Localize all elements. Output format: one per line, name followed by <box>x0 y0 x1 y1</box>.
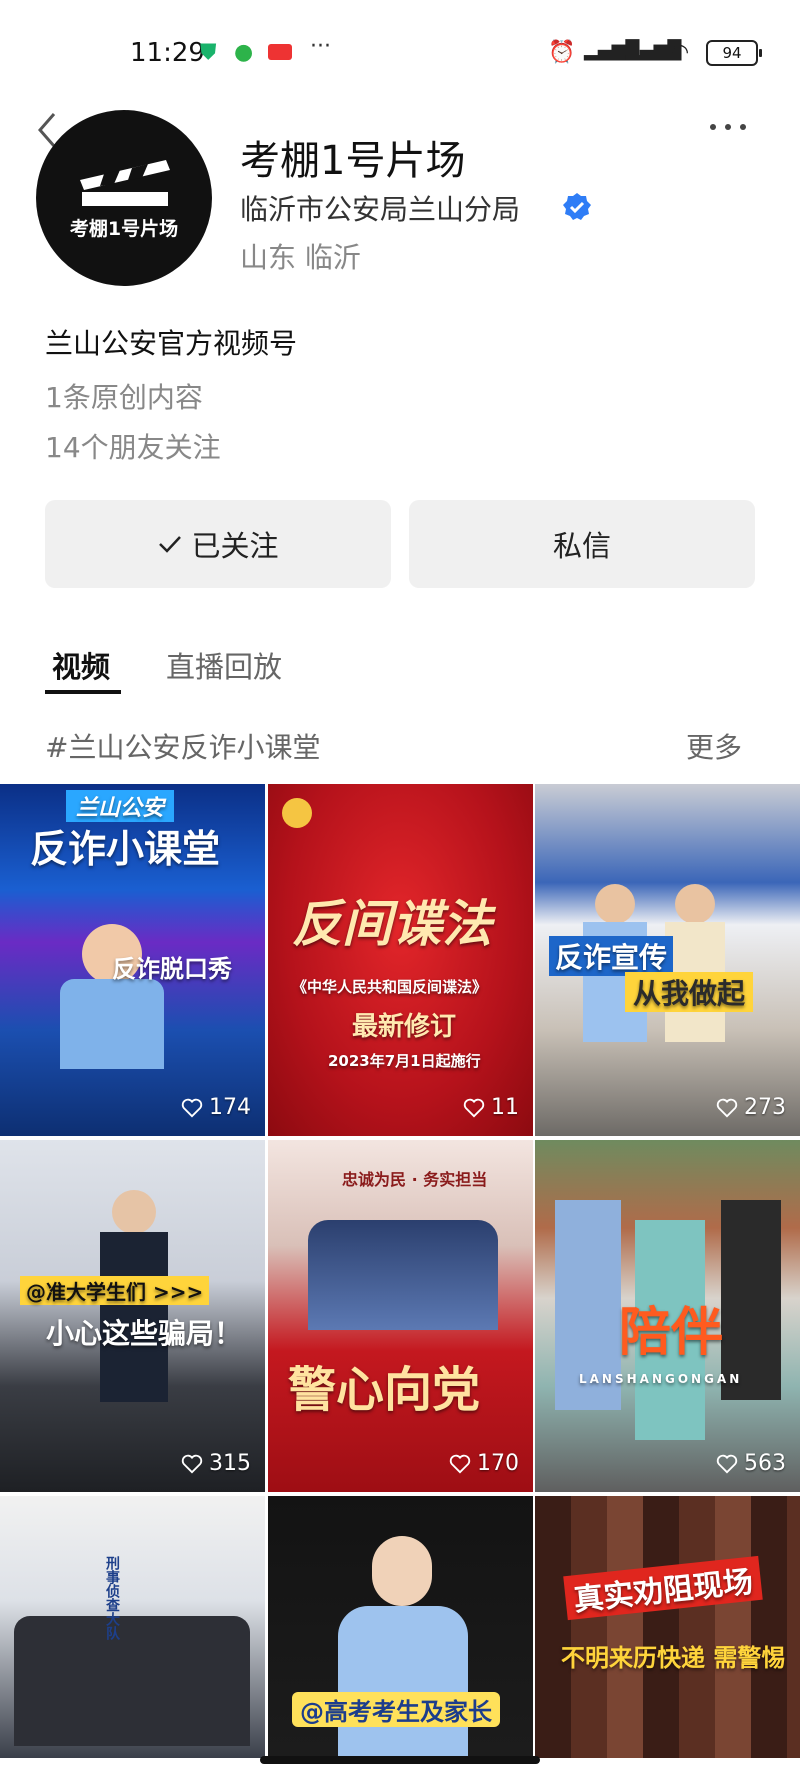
clapperboard-icon <box>80 160 170 206</box>
person-figure <box>675 884 715 924</box>
thumbnail-title: 反诈宣传 <box>549 936 674 976</box>
heart-icon <box>716 1454 738 1473</box>
thumbnail-image <box>535 1496 800 1758</box>
tab-videos[interactable]: 视频 <box>52 644 110 686</box>
uniform-figure <box>60 979 164 1069</box>
thumbnail-title: 反诈小课堂 <box>30 827 221 871</box>
verified-badge-icon <box>563 193 591 220</box>
like-count: 11 <box>463 1095 519 1120</box>
avatar-logo-text: 考棚1号片场 <box>69 218 179 240</box>
heart-icon <box>463 1098 485 1117</box>
like-count: 563 <box>716 1451 786 1476</box>
location: 山东 临沂 <box>240 241 361 274</box>
verified-organization: 临沂市公安局兰山分局 <box>240 193 521 226</box>
home-indicator[interactable] <box>260 1756 540 1764</box>
avatar[interactable]: 考棚1号片场 <box>36 110 212 286</box>
man-figure <box>721 1200 781 1400</box>
video-thumbnail[interactable]: 陪伴 LANSHANGONGAN 563 <box>535 1140 800 1492</box>
followed-label: 已关注 <box>191 529 279 563</box>
topic-collection-title[interactable]: #兰山公安反诈小课堂 <box>45 726 320 766</box>
heart-icon <box>181 1454 203 1473</box>
video-thumbnail[interactable]: 真实劝阻现场 不明来历快递 需警惕 <box>535 1496 800 1758</box>
thumbnail-subtitle: @准大学生们 >>> <box>20 1276 210 1305</box>
thumbnail-image <box>268 784 533 1136</box>
bio: 兰山公安官方视频号 <box>45 327 298 360</box>
people-figure <box>14 1616 250 1746</box>
like-count-value: 174 <box>209 1095 251 1120</box>
heart-icon <box>449 1454 471 1473</box>
video-thumbnail[interactable]: 反间谍法 《中华人民共和国反间谍法》 最新修订 2023年7月1日起施行 11 <box>268 784 533 1136</box>
like-count-value: 170 <box>477 1451 519 1476</box>
more-notifications-icon: ··· <box>310 34 331 59</box>
like-count: 170 <box>449 1451 519 1476</box>
video-thumbnail[interactable]: 反诈宣传 从我做起 273 <box>535 784 800 1136</box>
thumbnail-subtitle: 忠诚为民 · 务实担当 <box>342 1170 488 1189</box>
thumbnail-note: 2023年7月1日起施行 <box>328 1052 481 1070</box>
message-button[interactable]: 私信 <box>409 500 755 588</box>
like-count-value: 273 <box>744 1095 786 1120</box>
video-thumbnail[interactable]: 刑事侦查大队 <box>0 1496 265 1758</box>
wifi-icon: ◠ <box>670 40 690 65</box>
officers-figure <box>308 1220 498 1330</box>
person-figure <box>112 1190 156 1234</box>
message-label: 私信 <box>552 529 611 563</box>
tab-live-replays[interactable]: 直播回放 <box>166 644 282 686</box>
thumbnail-title: 警心向党 <box>288 1362 481 1418</box>
more-dot-icon <box>710 124 716 130</box>
news-icon <box>268 44 292 60</box>
thumbnail-title: 刑事侦查大队 <box>104 1556 120 1640</box>
like-count: 174 <box>181 1095 251 1120</box>
uniform-figure <box>338 1606 468 1756</box>
thumbnail-title: 小心这些骗局！ <box>46 1317 243 1350</box>
police-emblem-icon <box>282 798 312 828</box>
thumbnail-subtitle: 不明来历快递 需警惕 <box>561 1644 786 1672</box>
heart-icon <box>181 1098 203 1117</box>
video-thumbnail[interactable]: 忠诚为民 · 务实担当 警心向党 170 <box>268 1140 533 1492</box>
battery-indicator: 94 <box>706 40 762 66</box>
thumbnail-title: 反间谍法 <box>292 895 492 953</box>
like-count: 315 <box>181 1451 251 1476</box>
heart-icon <box>716 1098 738 1117</box>
active-tab-indicator <box>45 690 121 694</box>
thumbnail-badge: 最新修订 <box>352 1012 457 1042</box>
status-bar: 11:29 ⛊ ● ··· ⏰ ▂▄▆█ ▂▄▆█ ◠ 94 <box>0 0 800 110</box>
friends-following[interactable]: 14个朋友关注 <box>45 426 221 466</box>
thumbnail-subtitle: 《中华人民共和国反间谍法》 <box>292 978 488 996</box>
like-count-value: 11 <box>491 1095 519 1120</box>
more-link[interactable]: 更多 <box>686 726 742 766</box>
thumbnail-title: 陪伴 <box>619 1303 724 1363</box>
account-name: 考棚1号片场 <box>240 138 466 184</box>
thumbnail-subtitle: LANSHANGONGAN <box>579 1372 743 1386</box>
more-options-button[interactable] <box>706 112 750 142</box>
wechat-icon: ● <box>234 40 254 65</box>
video-thumbnail[interactable]: @高考考生及家长 <box>268 1496 533 1758</box>
more-dot-icon <box>740 124 746 130</box>
thumbnail-title: @高考考生及家长 <box>292 1692 500 1727</box>
thumbnail-badge: 反诈脱口秀 <box>112 955 232 983</box>
thumbnail-subtitle: 从我做起 <box>625 972 754 1012</box>
shield-icon: ⛊ <box>200 40 217 65</box>
video-thumbnail[interactable]: @准大学生们 >>> 小心这些骗局！ 315 <box>0 1140 265 1492</box>
like-count-value: 563 <box>744 1451 786 1476</box>
like-count-value: 315 <box>209 1451 251 1476</box>
original-content-count[interactable]: 1条原创内容 <box>45 376 203 416</box>
status-time: 11:29 <box>130 38 205 68</box>
more-dot-icon <box>725 124 731 130</box>
like-count: 273 <box>716 1095 786 1120</box>
followed-button[interactable]: 已关注 <box>45 500 391 588</box>
person-figure <box>595 884 635 924</box>
video-thumbnail[interactable]: 兰山公安 反诈小课堂 反诈脱口秀 174 <box>0 784 265 1136</box>
officer-face <box>372 1536 432 1606</box>
alarm-icon: ⏰ <box>548 40 576 65</box>
checkmark-icon <box>159 536 182 553</box>
